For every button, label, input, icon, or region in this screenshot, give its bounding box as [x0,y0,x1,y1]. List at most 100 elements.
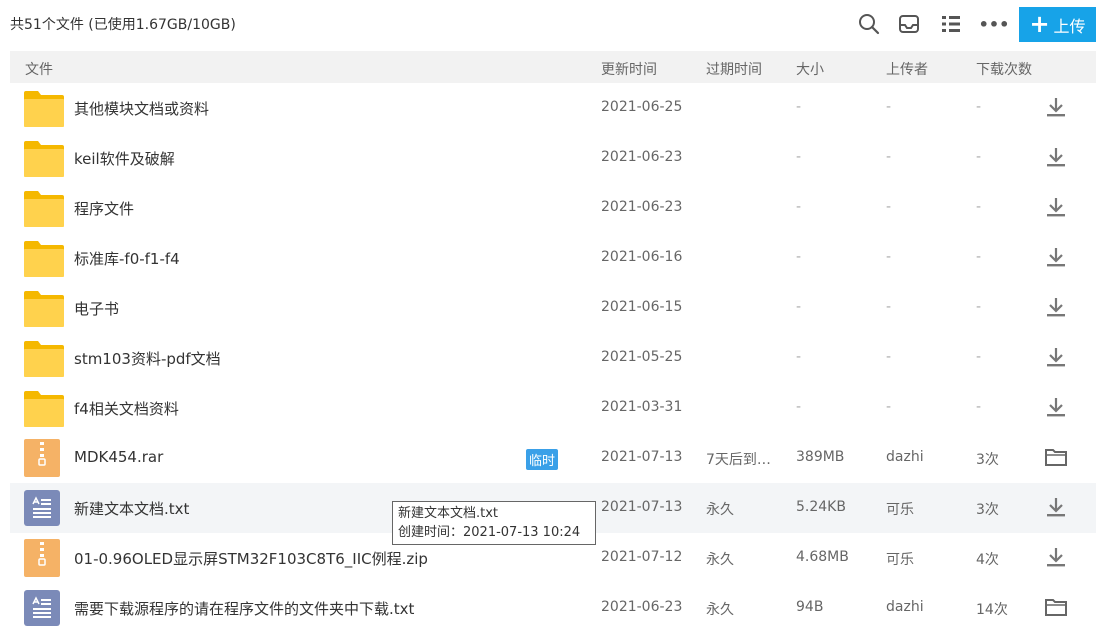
tooltip-created: 创建时间：2021-07-13 10:24 [398,525,581,540]
top-bar: 共51个文件 (已使用1.67GB/10GB) ••• + 上传 [0,0,1096,50]
updated-date: 2021-05-25 [601,349,683,365]
more-icon[interactable]: ••• [978,12,1010,36]
download-count: - [976,349,982,365]
file-size: - [796,249,802,265]
download-count: - [976,149,982,165]
upload-label: 上传 [1053,16,1086,36]
folder-icon [24,89,64,127]
uploader: - [886,199,892,215]
file-size: - [796,399,802,415]
download-icon[interactable] [1044,545,1068,569]
file-size: - [796,149,802,165]
folder-icon [24,289,64,327]
file-row[interactable]: 标准库-f0-f1-f4 2021-06-16 - - - [10,233,1096,283]
file-size: 389MB [796,449,845,465]
uploader: - [886,99,892,115]
file-name[interactable]: 新建文本文档.txt [74,498,189,519]
file-name[interactable]: stm103资料-pdf文档 [74,348,221,369]
upload-button[interactable]: + 上传 [1019,7,1096,42]
file-name[interactable]: keil软件及破解 [74,148,175,169]
download-count: 3次 [976,452,999,468]
folder-icon [24,139,64,177]
updated-date: 2021-03-31 [601,399,683,415]
file-size: - [796,299,802,315]
download-count: - [976,199,982,215]
search-icon[interactable] [857,12,881,36]
download-icon[interactable] [1044,95,1068,119]
file-name[interactable]: 程序文件 [74,198,134,219]
download-count: - [976,249,982,265]
uploader: - [886,349,892,365]
updated-date: 2021-07-12 [601,549,683,565]
updated-date: 2021-06-16 [601,249,683,265]
file-name[interactable]: 电子书 [74,298,119,319]
open-folder-icon[interactable] [1044,445,1068,469]
file-name[interactable]: MDK454.rar [74,448,163,466]
archive-file-icon [24,539,64,577]
updated-date: 2021-06-15 [601,299,683,315]
file-name[interactable]: 标准库-f0-f1-f4 [74,248,180,269]
expire-time: 永久 [706,552,734,568]
storage-summary: 共51个文件 (已使用1.67GB/10GB) [10,17,236,33]
download-icon[interactable] [1044,345,1068,369]
file-row[interactable]: MDK454.rar 临时 2021-07-13 7天后到… 389MB dazhi 3次 [10,433,1096,483]
download-count: 14次 [976,602,1008,618]
updated-date: 2021-06-23 [601,149,683,165]
file-size: - [796,199,802,215]
file-row[interactable]: stm103资料-pdf文档 2021-05-25 - - - [10,333,1096,383]
updated-date: 2021-07-13 [601,499,683,515]
file-row[interactable]: f4相关文档资料 2021-03-31 - - - [10,383,1096,433]
file-row[interactable]: 电子书 2021-06-15 - - - [10,283,1096,333]
uploader: dazhi [886,599,924,615]
file-size: 5.24KB [796,499,846,515]
inbox-icon[interactable] [897,12,921,36]
plus-icon: + [1029,9,1050,38]
column-uploader[interactable]: 上传者 [886,59,928,79]
updated-date: 2021-07-13 [601,449,683,465]
file-name[interactable]: 需要下载源程序的请在程序文件的文件夹中下载.txt [74,598,414,619]
expire-time: 永久 [706,502,734,518]
column-expire[interactable]: 过期时间 [706,59,762,79]
file-size: - [796,349,802,365]
expire-time: 7天后到… [706,452,771,468]
download-icon[interactable] [1044,395,1068,419]
download-count: - [976,99,982,115]
more-label: ••• [978,14,1010,34]
download-icon[interactable] [1044,245,1068,269]
download-count: 4次 [976,552,999,568]
file-name[interactable]: 其他模块文档或资料 [74,98,209,119]
file-row[interactable]: 其他模块文档或资料 2021-06-25 - - - [10,83,1096,133]
file-size: - [796,99,802,115]
file-row[interactable]: 程序文件 2021-06-23 - - - [10,183,1096,233]
uploader: - [886,249,892,265]
column-downloads[interactable]: 下载次数 [976,59,1032,79]
updated-date: 2021-06-23 [601,199,683,215]
column-file[interactable]: 文件 [25,59,53,79]
expire-time: 永久 [706,602,734,618]
download-count: - [976,299,982,315]
file-row[interactable]: 需要下载源程序的请在程序文件的文件夹中下载.txt 2021-06-23 永久 94B… [10,583,1096,633]
temporary-badge: 临时 [526,449,559,470]
open-folder-icon[interactable] [1044,595,1068,619]
text-file-icon [24,490,64,528]
uploader: 可乐 [886,552,914,568]
column-updated[interactable]: 更新时间 [601,59,657,79]
uploader: - [886,149,892,165]
folder-icon [24,389,64,427]
download-icon[interactable] [1044,295,1068,319]
archive-file-icon [24,439,64,477]
column-size[interactable]: 大小 [796,59,824,79]
uploader: 可乐 [886,502,914,518]
file-name[interactable]: 01-0.96OLED显示屏STM32F103C8T6_IIC例程.zip [74,548,428,569]
download-icon[interactable] [1044,195,1068,219]
file-row[interactable]: keil软件及破解 2021-06-23 - - - [10,133,1096,183]
uploader: - [886,299,892,315]
file-tooltip: 新建文本文档.txt 创建时间：2021-07-13 10:24 [392,501,596,545]
list-view-icon[interactable] [939,12,963,36]
updated-date: 2021-06-25 [601,99,683,115]
text-file-icon [24,590,64,628]
download-icon[interactable] [1044,145,1068,169]
file-size: 4.68MB [796,549,849,565]
download-icon[interactable] [1044,495,1068,519]
file-name[interactable]: f4相关文档资料 [74,398,179,419]
